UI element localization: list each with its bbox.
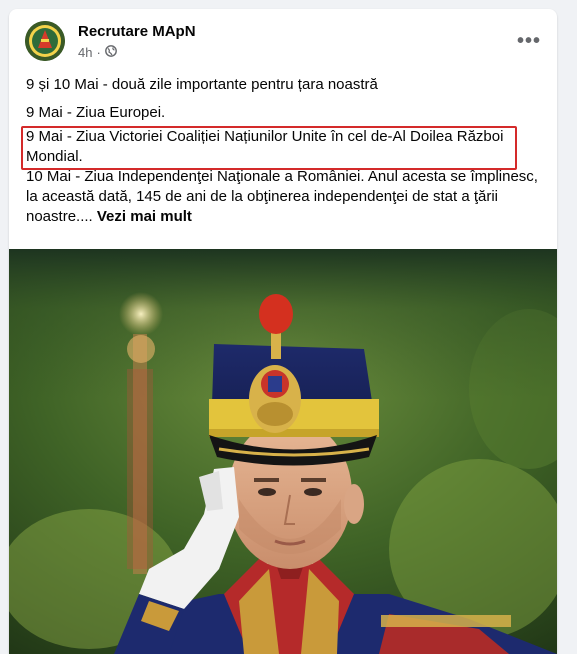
meta-separator: ·: [96, 45, 101, 60]
post-line-intro: 9 și 10 Mai - două zile importante pentr…: [26, 76, 378, 93]
post-photo[interactable]: [9, 249, 557, 654]
more-options-icon[interactable]: •••: [515, 27, 543, 55]
post-line-europe-day: 9 Mai - Ziua Europei.: [26, 104, 166, 121]
post-time[interactable]: 4h: [78, 45, 92, 60]
post-body: 9 și 10 Mai - două zile importante pentr…: [21, 75, 551, 227]
post-line-victory-day: 9 Mai - Ziua Victoriei Coaliției Națiuni…: [26, 128, 504, 165]
page-avatar[interactable]: [25, 21, 65, 61]
see-more-link[interactable]: Vezi mai mult: [97, 208, 192, 225]
post-header: Recrutare MApN 4h · •••: [9, 9, 557, 71]
globe-icon: [104, 45, 117, 60]
post-line-independence-day: 10 Mai - Ziua Independenţei Naţionale a …: [26, 167, 551, 227]
page-name[interactable]: Recrutare MApN: [78, 23, 196, 40]
post-card: Recrutare MApN 4h · ••• 9 și 10 Mai - do…: [9, 9, 557, 654]
post-meta: 4h ·: [78, 45, 117, 60]
